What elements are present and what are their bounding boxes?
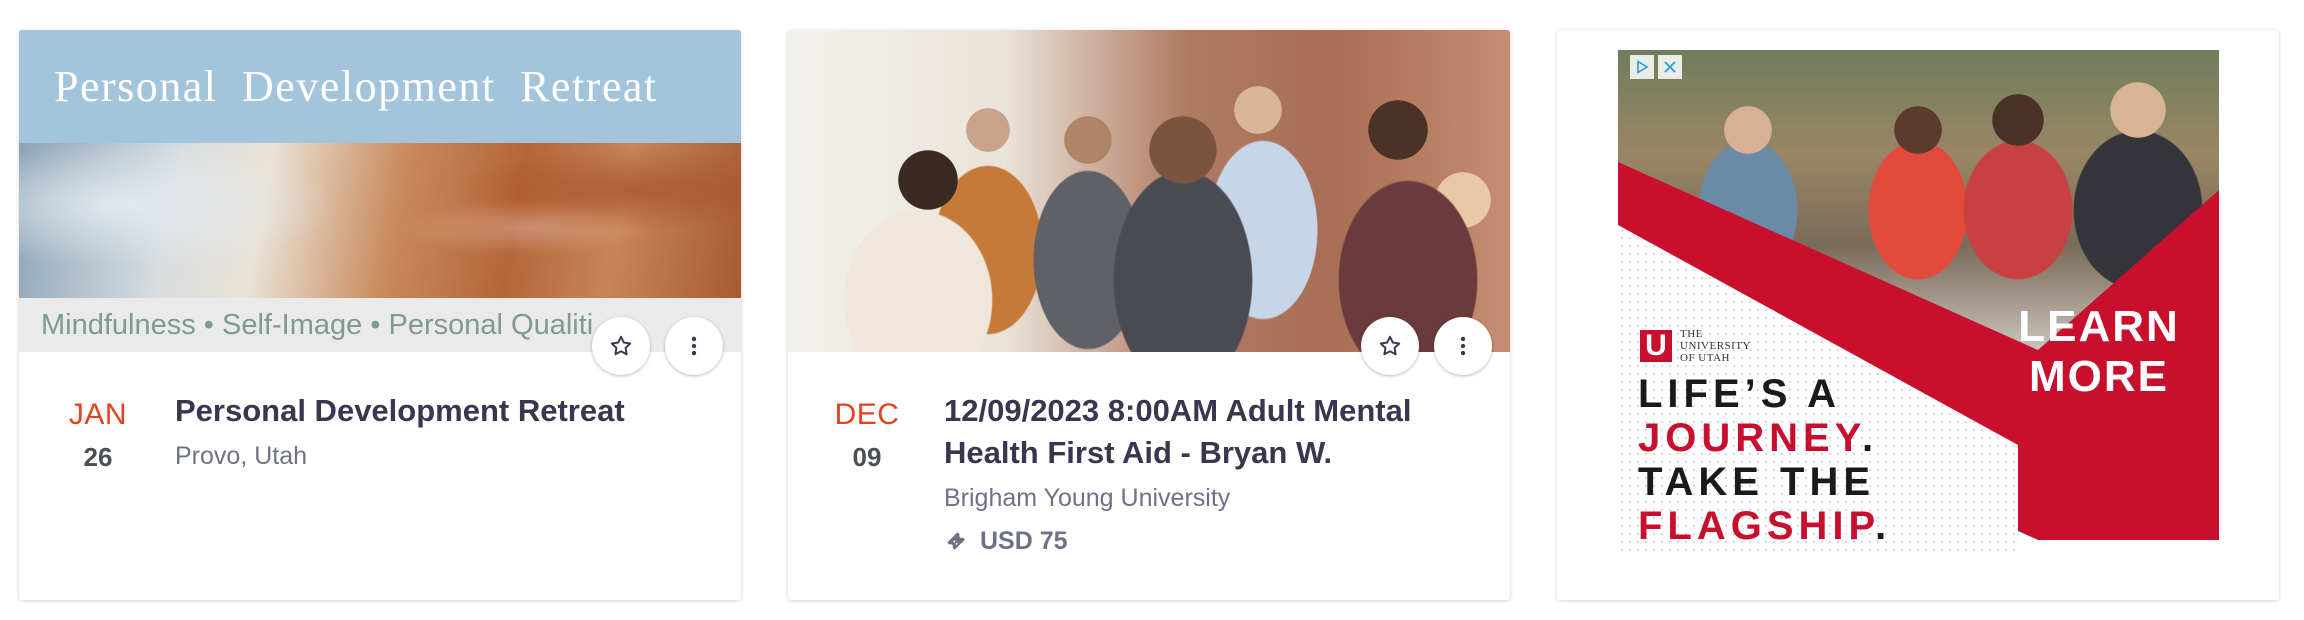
ad-banner[interactable]: LEARN MORE U THE UNIVERSITY OF UTAH LIFE… [1618, 50, 2219, 552]
event-month: JAN [68, 398, 128, 431]
tagline-line-1: LIFE’S A [1638, 372, 1841, 416]
tagline-journey: JOURNEY [1638, 416, 1862, 460]
audience-photo [788, 30, 1510, 352]
adchoices-icon [1637, 60, 1649, 74]
ad-cta-line-1: LEARN [2018, 302, 2180, 351]
u-logo-icon: U [1640, 329, 1672, 362]
tagline-flagship: FLAGSHIP [1638, 504, 1876, 548]
event-month: DEC [834, 398, 900, 431]
university-name-line-2: UNIVERSITY [1680, 340, 1751, 352]
banner-title: Personal Development Retreat [54, 62, 658, 111]
event-location: Brigham Young University [944, 484, 1231, 512]
more-options-button[interactable] [1434, 317, 1492, 375]
event-day: 09 [852, 442, 882, 472]
more-vertical-icon [691, 336, 697, 356]
banner-beach-photo [19, 143, 741, 298]
more-vertical-icon [1460, 336, 1466, 356]
ad-tagline: LIFE’S A JOURNEY. TAKE THE FLAGSHIP. [1638, 372, 1891, 548]
event-card[interactable]: Personal Development Retreat Mindfulness… [19, 30, 741, 600]
ticket-icon [947, 531, 965, 550]
university-name-line-3: OF UTAH [1680, 352, 1730, 364]
save-event-button[interactable] [592, 317, 650, 375]
event-day: 26 [83, 442, 113, 472]
close-icon [1664, 61, 1676, 73]
event-location: Provo, Utah [175, 442, 308, 470]
event-banner-header: Personal Development Retreat [19, 30, 741, 143]
close-ad-button[interactable] [1658, 55, 1682, 79]
event-title[interactable]: 12/09/2023 8:00AM Adult Mental Health Fi… [944, 390, 1484, 474]
university-name: THE UNIVERSITY OF UTAH [1680, 328, 1751, 364]
ad-controls [1630, 55, 1682, 79]
ad-card[interactable]: LEARN MORE U THE UNIVERSITY OF UTAH LIFE… [1557, 30, 2279, 600]
event-date: DEC 09 [812, 398, 922, 473]
more-options-button[interactable] [665, 317, 723, 375]
star-icon [610, 335, 632, 356]
event-title[interactable]: Personal Development Retreat [175, 390, 715, 432]
ad-cta-line-2: MORE [2029, 352, 2169, 401]
tagline-dot-1: . [1861, 416, 1879, 460]
tagline-dot-2: . [1875, 504, 1892, 548]
university-logo: U THE UNIVERSITY OF UTAH [1640, 328, 1751, 364]
ad-learn-more[interactable]: LEARN MORE [1999, 302, 2199, 402]
event-date: JAN 26 [43, 398, 153, 473]
adchoices-button[interactable] [1630, 55, 1654, 79]
star-icon [1379, 335, 1401, 356]
event-card[interactable]: DEC 09 12/09/2023 8:00AM Adult Mental He… [788, 30, 1510, 600]
tagline-line-3: TAKE THE [1638, 460, 1876, 504]
event-price: USD 75 [944, 527, 1484, 556]
save-event-button[interactable] [1361, 317, 1419, 375]
event-info: 12/09/2023 8:00AM Adult Mental Health Fi… [944, 390, 1484, 556]
event-image[interactable]: Personal Development Retreat Mindfulness… [19, 30, 741, 352]
event-image[interactable] [788, 30, 1510, 352]
event-price-value: USD 75 [980, 527, 1068, 555]
event-info: Personal Development Retreat Provo, Utah [175, 390, 715, 471]
university-name-line-1: THE [1680, 328, 1703, 340]
